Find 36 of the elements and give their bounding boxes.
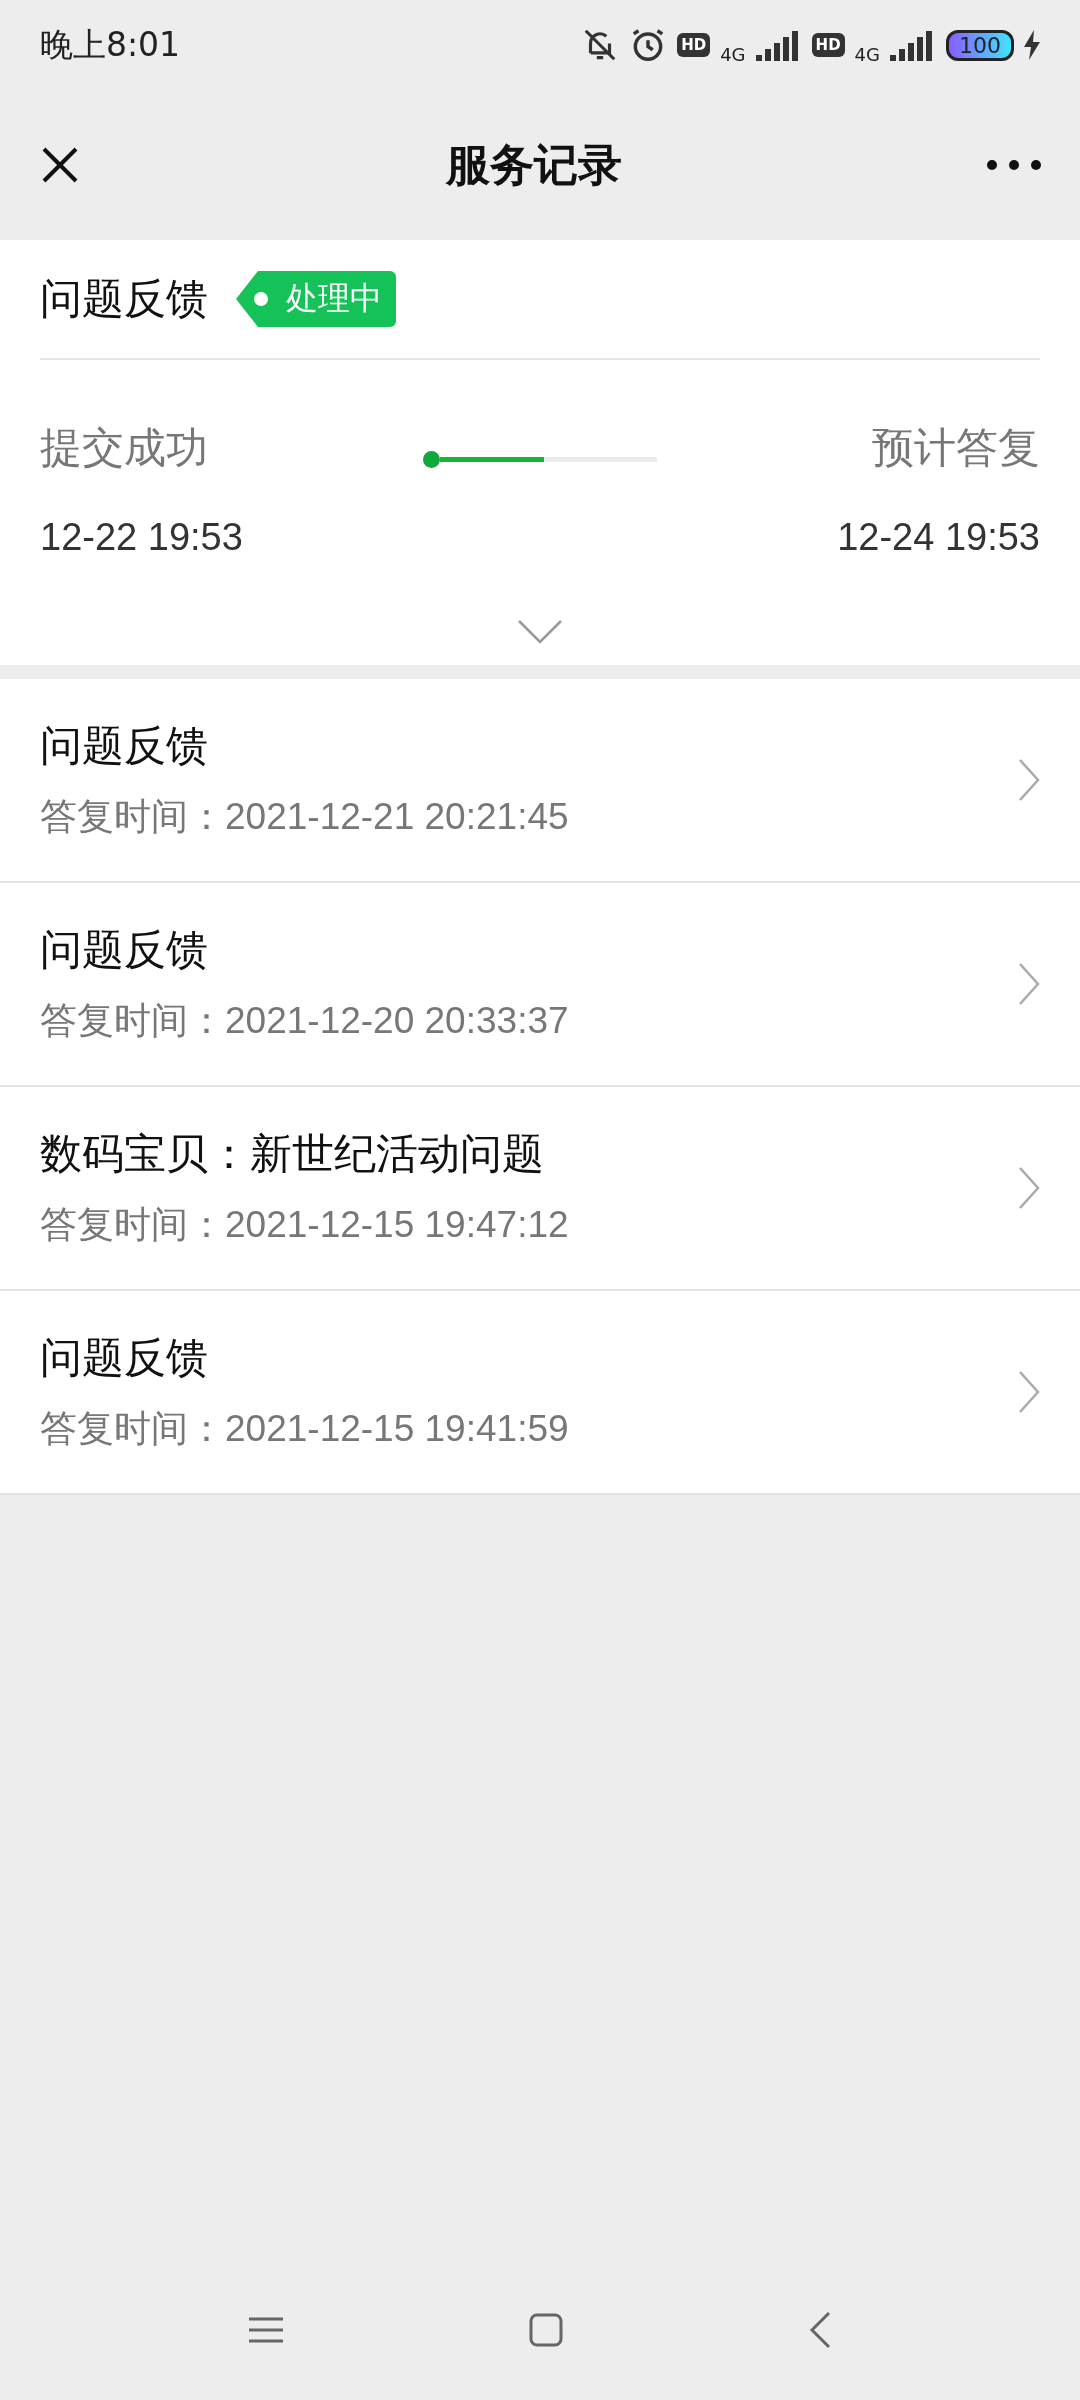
record-title: 问题反馈 [40, 1332, 209, 1384]
network-label: 4G [720, 43, 746, 65]
step-label: 预计答复 [872, 422, 1040, 474]
reply-time: 答复时间：2021-12-20 20:33:37 [40, 999, 569, 1043]
square-icon [529, 2313, 563, 2347]
reply-time: 答复时间：2021-12-15 19:41:59 [40, 1407, 569, 1451]
network-label: 4G [854, 43, 880, 65]
page-title: 服务记录 [446, 137, 622, 192]
ticket-title: 问题反馈 [40, 273, 208, 325]
step-label: 提交成功 [40, 422, 208, 474]
record-row[interactable]: 数码宝贝：新世纪活动问题 答复时间：2021-12-15 19:47:12 [0, 1087, 1080, 1291]
reply-time: 答复时间：2021-12-15 19:47:12 [40, 1203, 569, 1247]
step-time: 12-22 19:53 [40, 516, 243, 559]
back-icon [809, 2311, 831, 2349]
record-row[interactable]: 问题反馈 答复时间：2021-12-15 19:41:59 [0, 1291, 1080, 1495]
step-time: 12-24 19:53 [837, 516, 1040, 559]
battery-level: 100 [946, 29, 1014, 61]
progress-start-dot [423, 451, 441, 468]
chevron-right-icon [1018, 962, 1040, 1006]
chevron-right-icon [1018, 1166, 1040, 1210]
chevron-right-icon [1018, 1370, 1040, 1414]
record-row[interactable]: 问题反馈 答复时间：2021-12-20 20:33:37 [0, 883, 1080, 1087]
menu-icon [249, 2316, 283, 2344]
status-tag: 处理中 [236, 271, 396, 327]
hd-badge: HD [677, 33, 711, 57]
chevron-down-icon [517, 619, 563, 645]
expand-button[interactable] [517, 619, 563, 645]
record-title: 数码宝贝：新世纪活动问题 [40, 1128, 545, 1180]
more-icon [986, 158, 1042, 172]
status-time: 晚上8:01 [40, 23, 181, 66]
record-title: 问题反馈 [40, 720, 209, 772]
record-title: 问题反馈 [40, 924, 209, 976]
chevron-right-icon [1018, 758, 1040, 802]
record-row[interactable]: 问题反馈 答复时间：2021-12-21 20:21:45 [0, 679, 1080, 883]
reply-time: 答复时间：2021-12-21 20:21:45 [40, 795, 569, 839]
hd-badge: HD [811, 33, 845, 57]
